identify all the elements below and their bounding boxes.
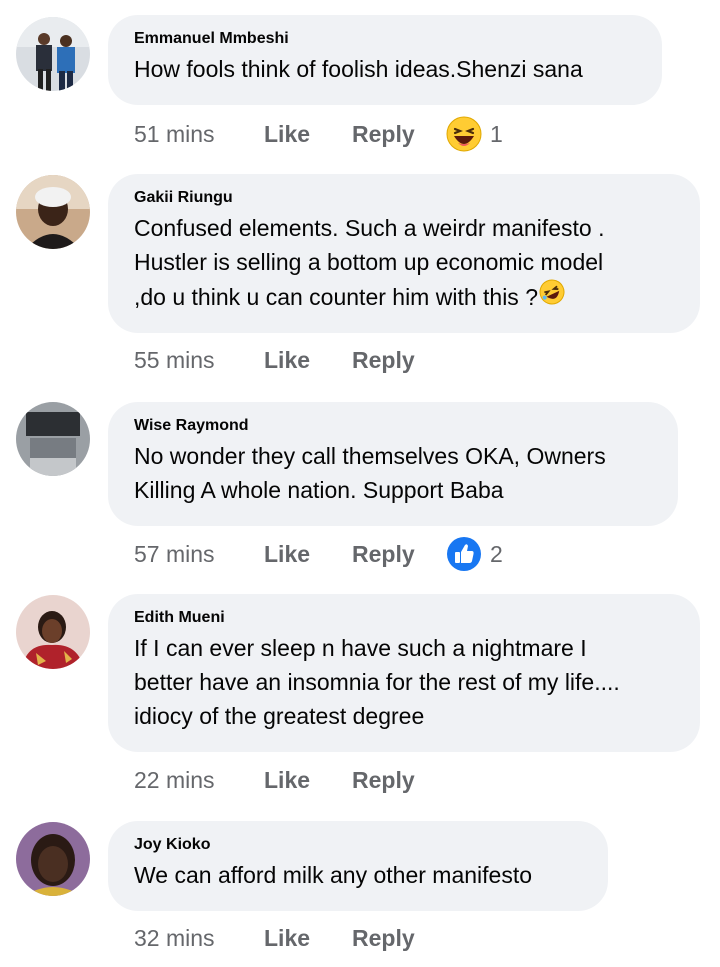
comment-line: ,do u think u can counter him with this … <box>134 283 538 310</box>
reply-button[interactable]: Reply <box>352 925 446 952</box>
comment-timestamp[interactable]: 51 mins <box>134 121 264 148</box>
comment-actions: 55 mins Like Reply <box>134 342 446 378</box>
comment-timestamp[interactable]: 32 mins <box>134 925 264 952</box>
comment-bubble: Gakii Riungu Confused elements. Such a w… <box>108 174 700 333</box>
comment-author[interactable]: Wise Raymond <box>134 416 650 436</box>
comment-line: idiocy of the greatest degree <box>134 703 425 729</box>
comment-line: No wonder they call themselves OKA, Owne… <box>134 443 606 469</box>
reply-button[interactable]: Reply <box>352 541 446 568</box>
reply-button[interactable]: Reply <box>352 767 446 794</box>
like-thumb-icon <box>446 536 482 572</box>
comment-text: How fools think of foolish ideas.Shenzi … <box>134 52 634 86</box>
comment-line: How fools think of foolish ideas.Shenzi … <box>134 56 583 82</box>
comment-author[interactable]: Gakii Riungu <box>134 188 672 208</box>
avatar[interactable] <box>16 175 90 249</box>
comment-text: If I can ever sleep n have such a nightm… <box>134 631 672 733</box>
reaction-count: 1 <box>490 120 503 147</box>
comment-timestamp[interactable]: 57 mins <box>134 541 264 568</box>
comment-bubble: Edith Mueni If I can ever sleep n have s… <box>108 594 700 752</box>
like-button[interactable]: Like <box>264 347 352 374</box>
avatar[interactable] <box>16 17 90 91</box>
comment-line: If I can ever sleep n have such a nightm… <box>134 635 587 661</box>
comment-author[interactable]: Joy Kioko <box>134 835 580 855</box>
comment-author[interactable]: Emmanuel Mmbeshi <box>134 29 634 49</box>
avatar[interactable] <box>16 822 90 896</box>
reaction-summary[interactable]: 1 <box>446 116 503 152</box>
reply-button[interactable]: Reply <box>352 121 446 148</box>
comment-line: better have an insomnia for the rest of … <box>134 669 620 695</box>
reaction-count: 2 <box>490 540 503 567</box>
comment-text: Confused elements. Such a weirdr manifes… <box>134 211 672 314</box>
reaction-summary[interactable]: 2 <box>446 536 503 572</box>
comment-actions: 22 mins Like Reply <box>134 762 446 798</box>
avatar[interactable] <box>16 402 90 476</box>
comment-bubble: Wise Raymond No wonder they call themsel… <box>108 402 678 526</box>
comment-bubble: Joy Kioko We can afford milk any other m… <box>108 821 608 911</box>
comment-line: Confused elements. Such a weirdr manifes… <box>134 215 605 241</box>
comment-timestamp[interactable]: 22 mins <box>134 767 264 794</box>
comment-actions: 32 mins Like Reply <box>134 920 446 956</box>
like-button[interactable]: Like <box>264 767 352 794</box>
comment-actions: 51 mins Like Reply 1 <box>134 116 503 152</box>
comment-line-wrap: ,do u think u can counter him with this … <box>134 279 672 314</box>
comment-author[interactable]: Edith Mueni <box>134 608 672 628</box>
haha-emoji-icon <box>446 116 482 152</box>
like-button[interactable]: Like <box>264 121 352 148</box>
comment-text: We can afford milk any other manifesto <box>134 858 580 892</box>
like-button[interactable]: Like <box>264 925 352 952</box>
avatar[interactable] <box>16 595 90 669</box>
like-button[interactable]: Like <box>264 541 352 568</box>
comment-actions: 57 mins Like Reply 2 <box>134 536 503 572</box>
reply-button[interactable]: Reply <box>352 347 446 374</box>
comment-line: Killing A whole nation. Support Baba <box>134 477 504 503</box>
comment-bubble: Emmanuel Mmbeshi How fools think of fool… <box>108 15 662 105</box>
comment-timestamp[interactable]: 55 mins <box>134 347 264 374</box>
comment-line: Hustler is selling a bottom up economic … <box>134 249 604 275</box>
comment-text: No wonder they call themselves OKA, Owne… <box>134 439 650 507</box>
rofl-emoji-icon <box>539 279 565 314</box>
comment-line: We can afford milk any other manifesto <box>134 862 533 888</box>
